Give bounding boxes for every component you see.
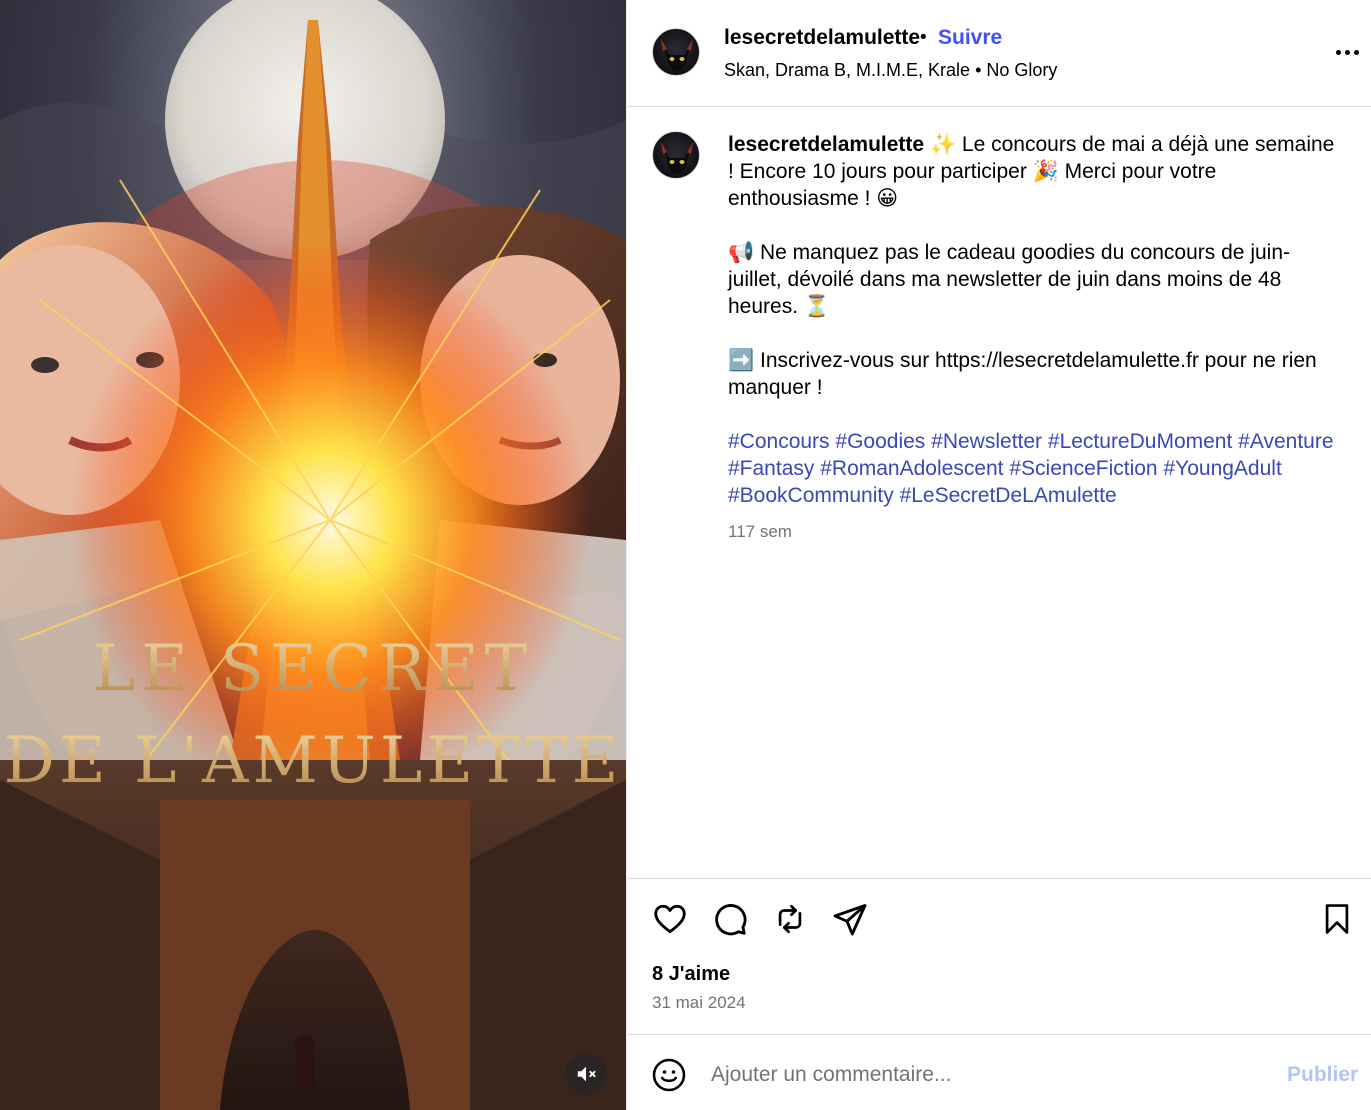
like-count[interactable]: 8 J'aime xyxy=(652,963,730,986)
mute-toggle-button[interactable] xyxy=(565,1053,607,1095)
share-icon xyxy=(833,904,867,936)
post-header: lesecretdelamulette • Suivre Skan, Drama… xyxy=(627,0,1371,107)
caption-line-3: ➡️ Inscrivez-vous sur https://lesecretde… xyxy=(728,349,1317,399)
repost-button[interactable] xyxy=(770,899,810,939)
caption-line-2: 📢 Ne manquez pas le cadeau goodies du co… xyxy=(728,241,1290,318)
hashtag-link[interactable]: #BookCommunity xyxy=(728,484,894,507)
separator-dot: • xyxy=(920,27,927,48)
action-bar: 8 J'aime 31 mai 2024 xyxy=(627,878,1371,1034)
hashtag-link[interactable]: #YoungAdult xyxy=(1163,457,1281,480)
heart-icon xyxy=(654,904,686,934)
header-username[interactable]: lesecretdelamulette xyxy=(724,26,920,50)
comment-composer: Publier xyxy=(627,1034,1371,1110)
hashtag-link[interactable]: #LectureDuMoment xyxy=(1048,430,1232,453)
follow-button[interactable]: Suivre xyxy=(938,26,1002,50)
speaker-muted-icon xyxy=(577,1066,596,1082)
dot xyxy=(1335,49,1341,55)
caption-timestamp: 117 sem xyxy=(728,522,792,541)
publish-button[interactable]: Publier xyxy=(1287,1063,1358,1087)
post-media[interactable]: LE SECRET DE L'AMULETTE xyxy=(0,0,626,1110)
dot xyxy=(1353,49,1359,55)
post-date: 31 mai 2024 xyxy=(652,993,746,1012)
poster-title-line2: DE L'AMULETTE xyxy=(4,724,623,798)
comment-input[interactable] xyxy=(711,1055,1271,1095)
hashtag-link[interactable]: #Fantasy xyxy=(728,457,814,480)
hashtag-link[interactable]: #Aventure xyxy=(1238,430,1333,453)
poster-image: LE SECRET DE L'AMULETTE xyxy=(0,0,626,1110)
audio-attribution[interactable]: Skan, Drama B, M.I.M.E, Krale • No Glory xyxy=(724,60,1057,81)
comment-icon xyxy=(715,904,747,936)
caption-section: lesecretdelamulette ✨ Le concours de mai… xyxy=(627,107,1371,878)
caption-text: lesecretdelamulette ✨ Le concours de mai… xyxy=(728,131,1343,509)
hashtag-link[interactable]: #Goodies xyxy=(835,430,925,453)
hashtag-link[interactable]: #LeSecretDeLAmulette xyxy=(900,484,1117,507)
post-details-panel: lesecretdelamulette • Suivre Skan, Drama… xyxy=(626,0,1371,1110)
cat-avatar-icon xyxy=(661,39,693,71)
comment-button[interactable] xyxy=(710,899,750,939)
poster-title-line1: LE SECRET xyxy=(93,632,534,706)
emoji-button[interactable] xyxy=(651,1057,687,1093)
hashtag-link[interactable]: #RomanAdolescent xyxy=(820,457,1003,480)
emoji-smiley-icon xyxy=(652,1058,686,1092)
repost-icon xyxy=(778,904,802,934)
cat-avatar-icon xyxy=(661,142,693,174)
bookmark-icon xyxy=(1325,904,1349,934)
share-button[interactable] xyxy=(830,899,870,939)
caption-avatar[interactable] xyxy=(652,131,700,179)
hashtag-link[interactable]: #Concours xyxy=(728,430,830,453)
more-options-icon[interactable] xyxy=(1332,40,1362,64)
avatar[interactable] xyxy=(652,28,700,76)
hashtag-link[interactable]: #Newsletter xyxy=(931,430,1042,453)
like-button[interactable] xyxy=(650,899,690,939)
hashtag-link[interactable]: #ScienceFiction xyxy=(1009,457,1157,480)
save-button[interactable] xyxy=(1317,899,1357,939)
caption-username[interactable]: lesecretdelamulette xyxy=(728,133,924,156)
hashtag-list: #Concours #Goodies #Newsletter #LectureD… xyxy=(728,428,1343,509)
dot xyxy=(1344,49,1350,55)
